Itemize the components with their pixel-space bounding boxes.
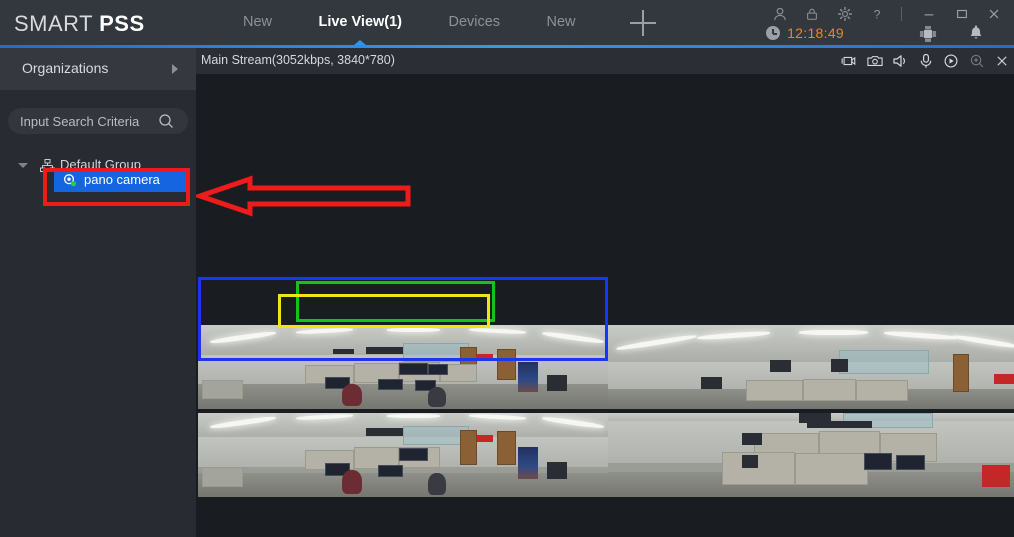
video-pane-pano-view[interactable] xyxy=(198,325,608,409)
chevron-down-icon[interactable] xyxy=(18,163,28,168)
snapshot-icon[interactable] xyxy=(865,51,885,71)
tab-new-1-label: New xyxy=(243,14,273,30)
search-icon[interactable] xyxy=(158,113,174,129)
tab-bar: New Live View(1) Devices New xyxy=(222,0,597,45)
clock: 12:18:49 xyxy=(766,25,844,43)
tab-new-2[interactable]: New xyxy=(526,0,597,45)
add-tab-button[interactable] xyxy=(630,10,656,36)
stream-info-bar: Main Stream(3052kbps, 3840*780) xyxy=(196,48,1014,74)
header-divider xyxy=(900,7,902,21)
svg-text:?: ? xyxy=(874,7,881,21)
instant-playback-icon[interactable] xyxy=(941,51,961,71)
video-feed-image xyxy=(198,325,608,409)
clock-time: 12:18:49 xyxy=(787,25,844,41)
chevron-right-icon[interactable] xyxy=(172,64,178,74)
organizations-panel-header[interactable]: Organizations xyxy=(0,48,196,90)
video-pane-detail-view-2[interactable] xyxy=(608,413,1014,497)
application-window: SMART PSS New Live View(1) Devices New ?… xyxy=(0,0,1014,537)
gear-icon[interactable] xyxy=(833,3,857,25)
search-box[interactable] xyxy=(8,108,188,134)
minimize-icon[interactable] xyxy=(917,3,941,25)
stream-toolbar xyxy=(838,51,1012,71)
tab-live-view[interactable]: Live View(1) xyxy=(297,0,423,45)
video-grid xyxy=(196,74,1014,537)
maximize-icon[interactable] xyxy=(950,3,974,25)
video-pane-detail-view-1[interactable] xyxy=(608,325,1014,409)
brand-secondary: PSS xyxy=(99,11,145,36)
tab-devices-label: Devices xyxy=(448,14,501,30)
video-feed-image xyxy=(198,413,608,497)
organizations-title: Organizations xyxy=(22,60,109,76)
window-controls: ? xyxy=(764,3,1006,25)
tab-new-1[interactable]: New xyxy=(222,0,293,45)
org-tree-icon xyxy=(40,158,55,172)
device-sidebar: Organizations Input Search Criteria Defa… xyxy=(0,48,196,537)
clock-icon xyxy=(766,26,781,40)
close-window-icon[interactable] xyxy=(992,51,1012,71)
stream-info-label: Main Stream(3052kbps, 3840*780) xyxy=(201,53,395,67)
record-icon[interactable] xyxy=(839,51,859,71)
live-view-area: Main Stream(3052kbps, 3840*780) xyxy=(196,48,1014,537)
cpu-icon[interactable] xyxy=(919,25,937,43)
video-pane-pano-view-2[interactable] xyxy=(198,413,608,497)
video-feed-image xyxy=(608,413,1014,497)
bell-icon[interactable] xyxy=(968,25,984,43)
lock-icon[interactable] xyxy=(800,3,824,25)
talk-icon[interactable] xyxy=(916,51,936,71)
title-bar: SMART PSS New Live View(1) Devices New ?… xyxy=(0,0,1014,45)
help-icon[interactable]: ? xyxy=(865,3,889,25)
user-icon[interactable] xyxy=(768,3,792,25)
zoom-icon[interactable] xyxy=(967,51,987,71)
camera-icon xyxy=(62,173,78,189)
video-feed-image xyxy=(608,325,1014,409)
audio-icon[interactable] xyxy=(890,51,910,71)
search-input[interactable] xyxy=(20,108,150,134)
tab-devices[interactable]: Devices xyxy=(427,0,521,45)
device-tree: Default Group pano camera xyxy=(0,154,196,192)
close-icon[interactable] xyxy=(982,3,1006,25)
brand-primary: SMART xyxy=(14,11,94,36)
tab-live-view-label: Live View(1) xyxy=(318,14,403,30)
tree-device-pano-camera[interactable]: pano camera xyxy=(54,170,190,192)
app-logo: SMART PSS xyxy=(14,11,145,37)
tab-new-2-label: New xyxy=(546,14,576,30)
tree-device-label: pano camera xyxy=(84,172,160,187)
